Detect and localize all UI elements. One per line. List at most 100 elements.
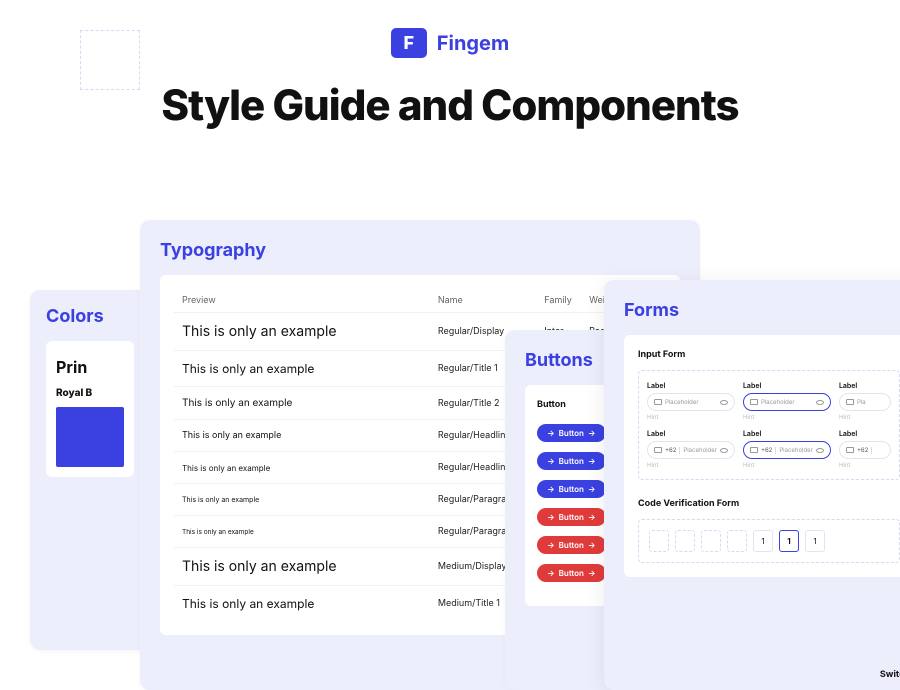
button-blue[interactable]: → Button → xyxy=(537,452,606,470)
arrow-right-icon: → xyxy=(588,484,596,494)
colors-swatch-name: Royal B xyxy=(56,387,124,399)
text-input-active[interactable]: Placeholder xyxy=(743,393,831,411)
placeholder-text: Pla xyxy=(857,399,866,406)
button-blue[interactable]: → Button → xyxy=(537,424,606,442)
table-header: Preview xyxy=(174,289,430,313)
button-blue[interactable]: → Button → xyxy=(537,480,606,498)
button-red[interactable]: → Button → xyxy=(537,508,606,526)
preview-cell: This is only an example xyxy=(174,351,430,387)
forms-panel: Forms Input Form Label Placeholder Hint … xyxy=(604,280,900,690)
text-input-prefix[interactable]: +62Placeholder xyxy=(647,441,735,459)
code-form-section-label: Code Verification Form xyxy=(638,498,900,509)
arrow-right-icon: → xyxy=(588,456,596,466)
typography-panel-title: Typography xyxy=(160,240,680,261)
code-digit-empty[interactable] xyxy=(649,530,669,552)
placeholder-text: Placeholder xyxy=(761,399,795,406)
switch-section-label: Switch xyxy=(880,669,900,680)
code-digit-empty[interactable] xyxy=(727,530,747,552)
fingem-logo-icon xyxy=(391,28,427,58)
code-digit-empty[interactable] xyxy=(675,530,695,552)
preview-cell: This is only an example xyxy=(174,548,430,586)
form-field: Label +62Placeholder Hint xyxy=(743,429,831,469)
mail-icon xyxy=(750,399,758,405)
colors-panel: Colors Prin Royal B xyxy=(30,290,150,650)
colors-panel-inner: Prin Royal B xyxy=(46,341,134,477)
arrow-right-icon: → xyxy=(547,568,555,578)
code-digit-active[interactable]: 1 xyxy=(779,530,799,552)
mail-icon xyxy=(846,399,854,405)
field-label: Label xyxy=(647,381,735,390)
arrow-right-icon: → xyxy=(547,512,555,522)
text-input-prefix-active[interactable]: +62Placeholder xyxy=(743,441,831,459)
forms-panel-inner: Input Form Label Placeholder Hint Label … xyxy=(624,335,900,577)
arrow-right-icon: → xyxy=(547,456,555,466)
field-label: Label xyxy=(647,429,735,438)
eye-icon xyxy=(816,448,824,453)
country-prefix: +62 xyxy=(665,447,680,454)
button-label: Button xyxy=(559,484,584,494)
field-hint: Hint xyxy=(839,414,891,421)
eye-icon xyxy=(720,400,728,405)
preview-cell: This is only an example xyxy=(174,452,430,484)
field-hint: Hint xyxy=(647,462,735,469)
eye-icon xyxy=(816,400,824,405)
form-field: Label Placeholder Hint xyxy=(743,381,831,421)
placeholder-text: Placeholder xyxy=(683,447,717,454)
form-field: Label +62Placeholder Hint xyxy=(647,429,735,469)
color-swatch-royal-blue xyxy=(56,407,124,467)
field-hint: Hint xyxy=(647,414,735,421)
button-label: Button xyxy=(559,568,584,578)
brand-name: Fingem xyxy=(437,31,509,55)
table-header: Family xyxy=(536,289,581,313)
mail-icon xyxy=(654,447,662,453)
arrow-right-icon: → xyxy=(588,428,596,438)
preview-cell: This is only an example xyxy=(174,516,430,548)
button-label: Button xyxy=(559,540,584,550)
mail-icon xyxy=(654,399,662,405)
decorative-box xyxy=(80,30,140,90)
form-field: Label Placeholder Hint xyxy=(647,381,735,421)
country-prefix: +62 xyxy=(857,447,872,454)
button-red[interactable]: → Button → xyxy=(537,536,606,554)
arrow-right-icon: → xyxy=(588,512,596,522)
form-field: Label +62 Hint xyxy=(839,429,891,469)
mail-icon xyxy=(750,447,758,453)
preview-cell: This is only an example xyxy=(174,484,430,516)
field-hint: Hint xyxy=(743,462,831,469)
text-input[interactable]: Placeholder xyxy=(647,393,735,411)
country-prefix: +62 xyxy=(761,447,776,454)
code-digit[interactable]: 1 xyxy=(753,530,773,552)
placeholder-text: Placeholder xyxy=(665,399,699,406)
arrow-right-icon: → xyxy=(588,568,596,578)
preview-cell: This is only an example xyxy=(174,387,430,420)
button-red[interactable]: → Button → xyxy=(537,564,606,582)
field-label: Label xyxy=(839,381,891,390)
field-label: Label xyxy=(743,381,831,390)
code-digit-empty[interactable] xyxy=(701,530,721,552)
preview-cell: This is only an example xyxy=(174,420,430,452)
eye-icon xyxy=(720,448,728,453)
text-input[interactable]: Pla xyxy=(839,393,891,411)
form-field: Label Pla Hint xyxy=(839,381,891,421)
button-label: Button xyxy=(559,512,584,522)
placeholder-text: Placeholder xyxy=(779,447,813,454)
text-input-prefix[interactable]: +62 xyxy=(839,441,891,459)
forms-panel-title: Forms xyxy=(624,300,900,321)
preview-cell: This is only an example xyxy=(174,586,430,622)
table-header: Name xyxy=(430,289,536,313)
button-label: Button xyxy=(559,428,584,438)
preview-cell: This is only an example xyxy=(174,313,430,351)
colors-panel-title: Colors xyxy=(46,306,134,327)
button-label: Button xyxy=(559,456,584,466)
arrow-right-icon: → xyxy=(547,540,555,550)
code-verification-row: 1 1 1 xyxy=(638,519,900,563)
arrow-right-icon: → xyxy=(547,484,555,494)
logo-row: Fingem xyxy=(391,28,509,58)
field-label: Label xyxy=(743,429,831,438)
code-digit[interactable]: 1 xyxy=(805,530,825,552)
arrow-right-icon: → xyxy=(588,540,596,550)
arrow-right-icon: → xyxy=(547,428,555,438)
input-form-grid: Label Placeholder Hint Label Placeholder… xyxy=(638,370,900,480)
field-hint: Hint xyxy=(839,462,891,469)
input-form-section-label: Input Form xyxy=(638,349,900,360)
